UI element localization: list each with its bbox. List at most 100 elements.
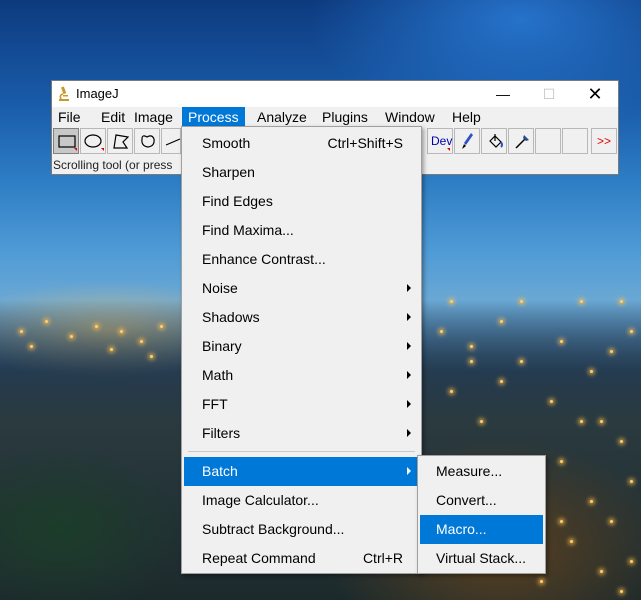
city-light	[570, 540, 573, 543]
menu-item-sharpen[interactable]: Sharpen	[184, 158, 419, 187]
menu-item-label: Filters	[202, 425, 241, 441]
submenu-arrow-icon	[407, 284, 411, 292]
menu-plugins[interactable]: Plugins	[316, 107, 374, 127]
submenu-item-macro[interactable]: Macro...	[420, 515, 543, 544]
submenu-arrow-icon	[407, 429, 411, 437]
menu-item-image-calculator[interactable]: Image Calculator...	[184, 486, 419, 515]
submenu-item-virtual-stack[interactable]: Virtual Stack...	[420, 544, 543, 573]
title-bar[interactable]: ImageJ — ☐ ✕	[52, 81, 618, 107]
microscope-icon	[59, 86, 69, 101]
menu-item-subtract-background[interactable]: Subtract Background...	[184, 515, 419, 544]
menu-item-batch[interactable]: Batch	[184, 457, 419, 486]
city-light	[470, 360, 473, 363]
menu-item-noise[interactable]: Noise	[184, 274, 419, 303]
menu-item-filters[interactable]: Filters	[184, 419, 419, 448]
menu-item-label: Repeat Command	[202, 550, 316, 566]
submenu-arrow-icon	[407, 371, 411, 379]
rectangle-tool[interactable]	[53, 128, 79, 154]
submenu-item-measure[interactable]: Measure...	[420, 457, 543, 486]
menu-process[interactable]: Process	[182, 107, 245, 127]
empty-tool-slot[interactable]	[535, 128, 561, 154]
menu-item-label: Sharpen	[202, 164, 255, 180]
submenu-arrow-icon	[407, 467, 411, 475]
city-light	[450, 300, 453, 303]
pick-color-tool[interactable]	[508, 128, 534, 154]
menu-item-label: Find Maxima...	[202, 222, 294, 238]
city-light	[45, 320, 48, 323]
submenu-item-convert[interactable]: Convert...	[420, 486, 543, 515]
menu-item-label: Macro...	[436, 521, 487, 537]
city-light	[560, 340, 563, 343]
close-button[interactable]: ✕	[572, 81, 618, 107]
flood-fill-tool[interactable]	[481, 128, 507, 154]
menu-item-label: Math	[202, 367, 234, 383]
line-icon	[165, 138, 181, 146]
city-light	[630, 330, 633, 333]
menu-item-smooth[interactable]: Smooth Ctrl+Shift+S	[184, 129, 419, 158]
brush-tool[interactable]	[454, 128, 480, 154]
menu-item-label: Binary	[202, 338, 242, 354]
status-bar: Scrolling tool (or press	[53, 158, 173, 172]
menu-item-label: Measure...	[436, 463, 503, 479]
city-light	[520, 300, 523, 303]
city-light	[30, 345, 33, 348]
city-light	[600, 420, 603, 423]
polygon-icon	[113, 134, 130, 149]
menu-item-label: Noise	[202, 280, 238, 296]
empty-tool-slot[interactable]	[562, 128, 588, 154]
brush-icon	[462, 133, 473, 149]
submenu-arrow-icon	[407, 400, 411, 408]
city-light	[580, 420, 583, 423]
maximize-button[interactable]: ☐	[526, 81, 572, 107]
city-light	[470, 345, 473, 348]
city-light	[20, 330, 23, 333]
city-light	[630, 480, 633, 483]
menu-item-find-edges[interactable]: Find Edges	[184, 187, 419, 216]
oval-tool[interactable]	[80, 128, 106, 154]
city-light	[150, 355, 153, 358]
menu-item-label: Smooth	[202, 135, 251, 151]
menu-item-label: Virtual Stack...	[436, 550, 527, 566]
more-tools-label: >>	[597, 134, 612, 148]
city-light	[120, 330, 123, 333]
menu-item-binary[interactable]: Binary	[184, 332, 419, 361]
polygon-tool[interactable]	[107, 128, 133, 154]
city-light	[110, 348, 113, 351]
menu-help[interactable]: Help	[446, 107, 487, 127]
city-light	[600, 570, 603, 573]
city-light	[560, 460, 563, 463]
more-tools-button[interactable]: >>	[591, 128, 617, 154]
menu-item-fft[interactable]: FFT	[184, 390, 419, 419]
city-light	[160, 325, 163, 328]
menu-edit[interactable]: Edit	[95, 107, 131, 127]
line-tool[interactable]	[161, 128, 181, 154]
menu-item-find-maxima[interactable]: Find Maxima...	[184, 216, 419, 245]
city-light	[540, 580, 543, 583]
submenu-arrow-icon	[407, 313, 411, 321]
menu-file[interactable]: File	[52, 107, 87, 127]
city-light	[610, 350, 613, 353]
menu-item-label: Batch	[202, 463, 238, 479]
freehand-tool[interactable]	[134, 128, 160, 154]
rectangle-icon	[58, 135, 77, 151]
city-light	[620, 440, 623, 443]
menu-item-label: Convert...	[436, 492, 497, 508]
menu-item-enhance-contrast[interactable]: Enhance Contrast...	[184, 245, 419, 274]
dev-label: Dev	[431, 134, 453, 148]
dev-tool[interactable]: Dev	[427, 128, 453, 154]
menu-separator	[188, 451, 415, 452]
menu-item-math[interactable]: Math	[184, 361, 419, 390]
batch-submenu: Measure... Convert... Macro... Virtual S…	[417, 455, 546, 574]
process-menu: Smooth Ctrl+Shift+S Sharpen Find Edges F…	[181, 126, 422, 574]
menu-item-shortcut: Ctrl+Shift+S	[327, 135, 403, 151]
menu-item-shadows[interactable]: Shadows	[184, 303, 419, 332]
city-light	[630, 560, 633, 563]
freehand-icon	[141, 135, 155, 148]
menu-window[interactable]: Window	[379, 107, 441, 127]
menu-analyze[interactable]: Analyze	[251, 107, 313, 127]
city-light	[450, 390, 453, 393]
menu-item-label: Enhance Contrast...	[202, 251, 326, 267]
minimize-button[interactable]: —	[480, 81, 526, 107]
menu-image[interactable]: Image	[128, 107, 179, 127]
menu-item-repeat-command[interactable]: Repeat Command Ctrl+R	[184, 544, 419, 573]
